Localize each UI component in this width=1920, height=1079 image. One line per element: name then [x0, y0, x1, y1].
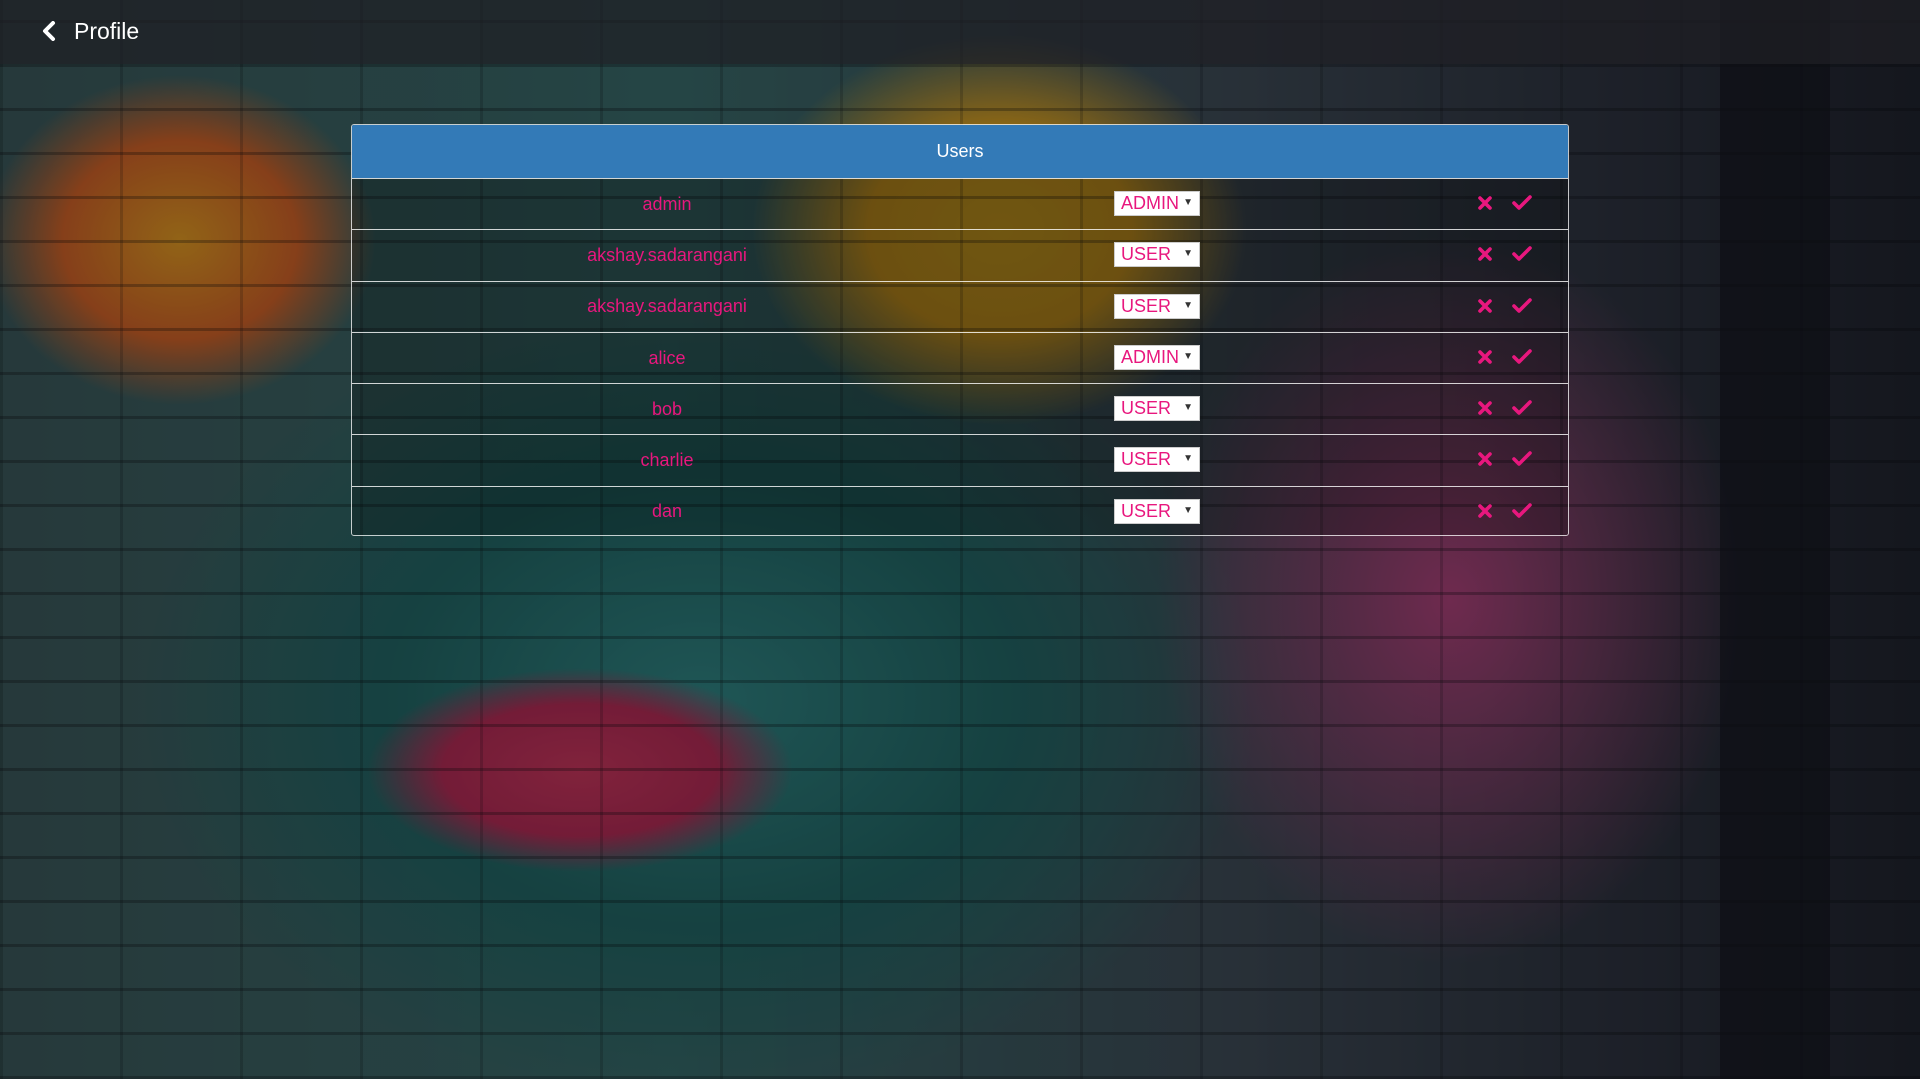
close-icon: [1478, 247, 1492, 262]
remove-user-button[interactable]: [1472, 395, 1498, 421]
confirm-user-button[interactable]: [1509, 190, 1535, 216]
close-icon: [1478, 401, 1492, 415]
close-icon: [1478, 452, 1492, 467]
table-row: admin ADMIN ▼: [352, 178, 1568, 230]
remove-user-button[interactable]: [1472, 190, 1498, 216]
username: charlie: [640, 450, 694, 471]
check-icon: [1512, 400, 1532, 415]
role-select[interactable]: ADMIN ▼: [1114, 191, 1200, 216]
caret-down-icon: ▼: [1183, 299, 1193, 311]
username: akshay.sadarangani: [587, 244, 747, 265]
username: alice: [648, 347, 686, 368]
page-title: Profile: [74, 18, 140, 44]
close-icon: [1478, 298, 1492, 313]
role-value: USER: [1121, 398, 1172, 419]
users-panel-header: Users: [352, 125, 1568, 178]
role-select[interactable]: ADMIN ▼: [1114, 344, 1200, 370]
table-row: akshay.sadarangani USER ▼: [352, 280, 1568, 332]
remove-user-button[interactable]: [1472, 293, 1498, 319]
role-select[interactable]: USER ▼: [1114, 293, 1200, 319]
caret-down-icon: ▼: [1183, 350, 1193, 362]
table-row: bob USER ▼: [352, 383, 1568, 435]
role-select[interactable]: USER ▼: [1114, 498, 1200, 524]
table-row: alice ADMIN ▼: [352, 331, 1568, 384]
role-value: USER: [1121, 244, 1172, 265]
role-value: USER: [1121, 449, 1172, 470]
check-icon: [1512, 451, 1532, 467]
remove-user-button[interactable]: [1472, 446, 1498, 472]
table-row: charlie USER ▼: [352, 434, 1568, 486]
close-icon: [1478, 196, 1492, 210]
confirm-user-button[interactable]: [1509, 344, 1535, 370]
remove-user-button[interactable]: [1472, 498, 1498, 524]
confirm-user-button[interactable]: [1509, 293, 1535, 319]
caret-down-icon: ▼: [1183, 402, 1193, 414]
confirm-user-button[interactable]: [1509, 241, 1535, 267]
confirm-user-button[interactable]: [1509, 498, 1535, 524]
role-select[interactable]: USER ▼: [1114, 242, 1200, 268]
check-icon: [1512, 349, 1532, 364]
check-icon: [1512, 502, 1532, 518]
role-value: USER: [1121, 500, 1172, 521]
role-value: ADMIN: [1121, 346, 1179, 367]
username: akshay.sadarangani: [587, 296, 747, 317]
check-icon: [1512, 195, 1532, 210]
table-row: dan USER ▼: [352, 485, 1568, 535]
chevron-left-icon: [43, 21, 55, 41]
confirm-user-button[interactable]: [1509, 395, 1535, 421]
role-select[interactable]: USER ▼: [1114, 447, 1200, 473]
caret-down-icon: ▼: [1183, 197, 1193, 208]
caret-down-icon: ▼: [1183, 504, 1193, 516]
remove-user-button[interactable]: [1472, 344, 1498, 370]
close-icon: [1478, 503, 1492, 518]
check-icon: [1512, 297, 1532, 313]
role-value: USER: [1121, 295, 1172, 316]
table-row: akshay.sadarangani USER ▼: [352, 229, 1568, 281]
confirm-user-button[interactable]: [1509, 446, 1535, 472]
caret-down-icon: ▼: [1183, 248, 1193, 260]
check-icon: [1512, 246, 1532, 262]
username: bob: [651, 398, 683, 419]
username: dan: [651, 501, 683, 522]
close-icon: [1478, 350, 1492, 364]
users-list: admin ADMIN ▼ akshay.sadarangani USER ▼ akshay…: [352, 178, 1568, 535]
role-select[interactable]: USER ▼: [1114, 396, 1200, 422]
users-panel: Users admin ADMIN ▼ akshay.sadarangani USER ▼…: [351, 124, 1569, 536]
remove-user-button[interactable]: [1472, 241, 1498, 267]
back-button[interactable]: [36, 16, 62, 46]
users-panel-title: Users: [936, 141, 984, 161]
caret-down-icon: ▼: [1183, 453, 1193, 465]
username: admin: [642, 193, 692, 214]
role-value: ADMIN: [1121, 193, 1179, 213]
top-bar: Profile: [0, 0, 1920, 64]
